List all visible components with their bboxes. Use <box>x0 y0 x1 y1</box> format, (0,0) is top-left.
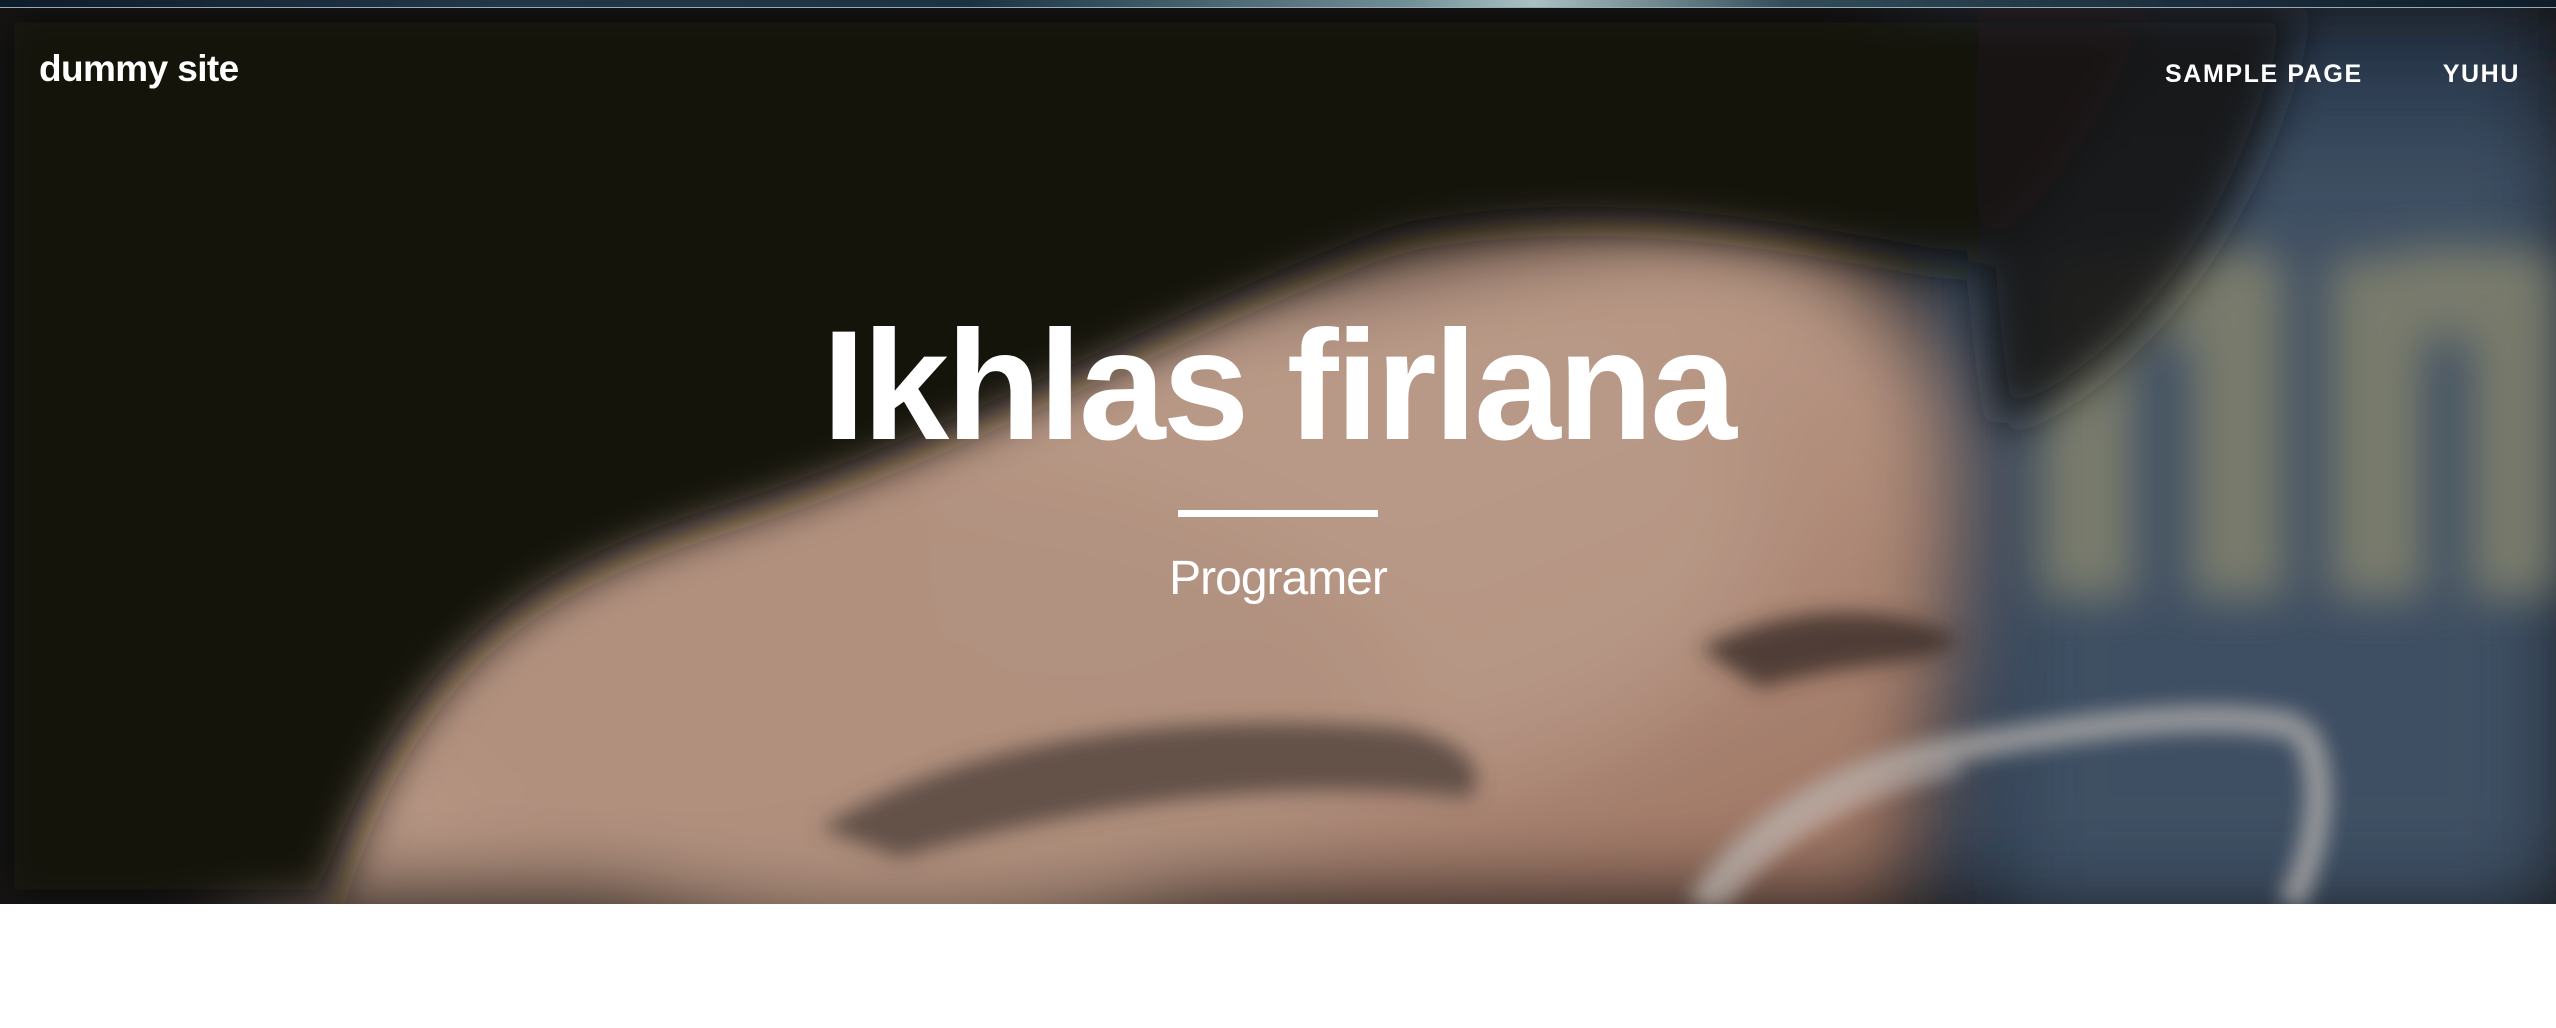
nav-item-yuhu[interactable]: YUHU <box>2443 60 2520 89</box>
hero-subtitle: Programer <box>1169 552 1388 605</box>
hero-header: dummy site SAMPLE PAGE YUHU Ikhlas firla… <box>0 8 2556 904</box>
browser-top-strip <box>0 0 2556 8</box>
hero-heading: Ikhlas firlana <box>822 299 1737 473</box>
hero-content: Ikhlas firlana Programer <box>0 308 2556 606</box>
hero-divider <box>1178 510 1378 517</box>
site-title-link[interactable]: dummy site <box>39 48 239 90</box>
main-content-area <box>0 904 2556 1028</box>
nav-item-sample-page[interactable]: SAMPLE PAGE <box>2165 60 2363 89</box>
page: dummy site SAMPLE PAGE YUHU Ikhlas firla… <box>0 0 2556 1028</box>
primary-nav: SAMPLE PAGE YUHU <box>2165 60 2520 89</box>
